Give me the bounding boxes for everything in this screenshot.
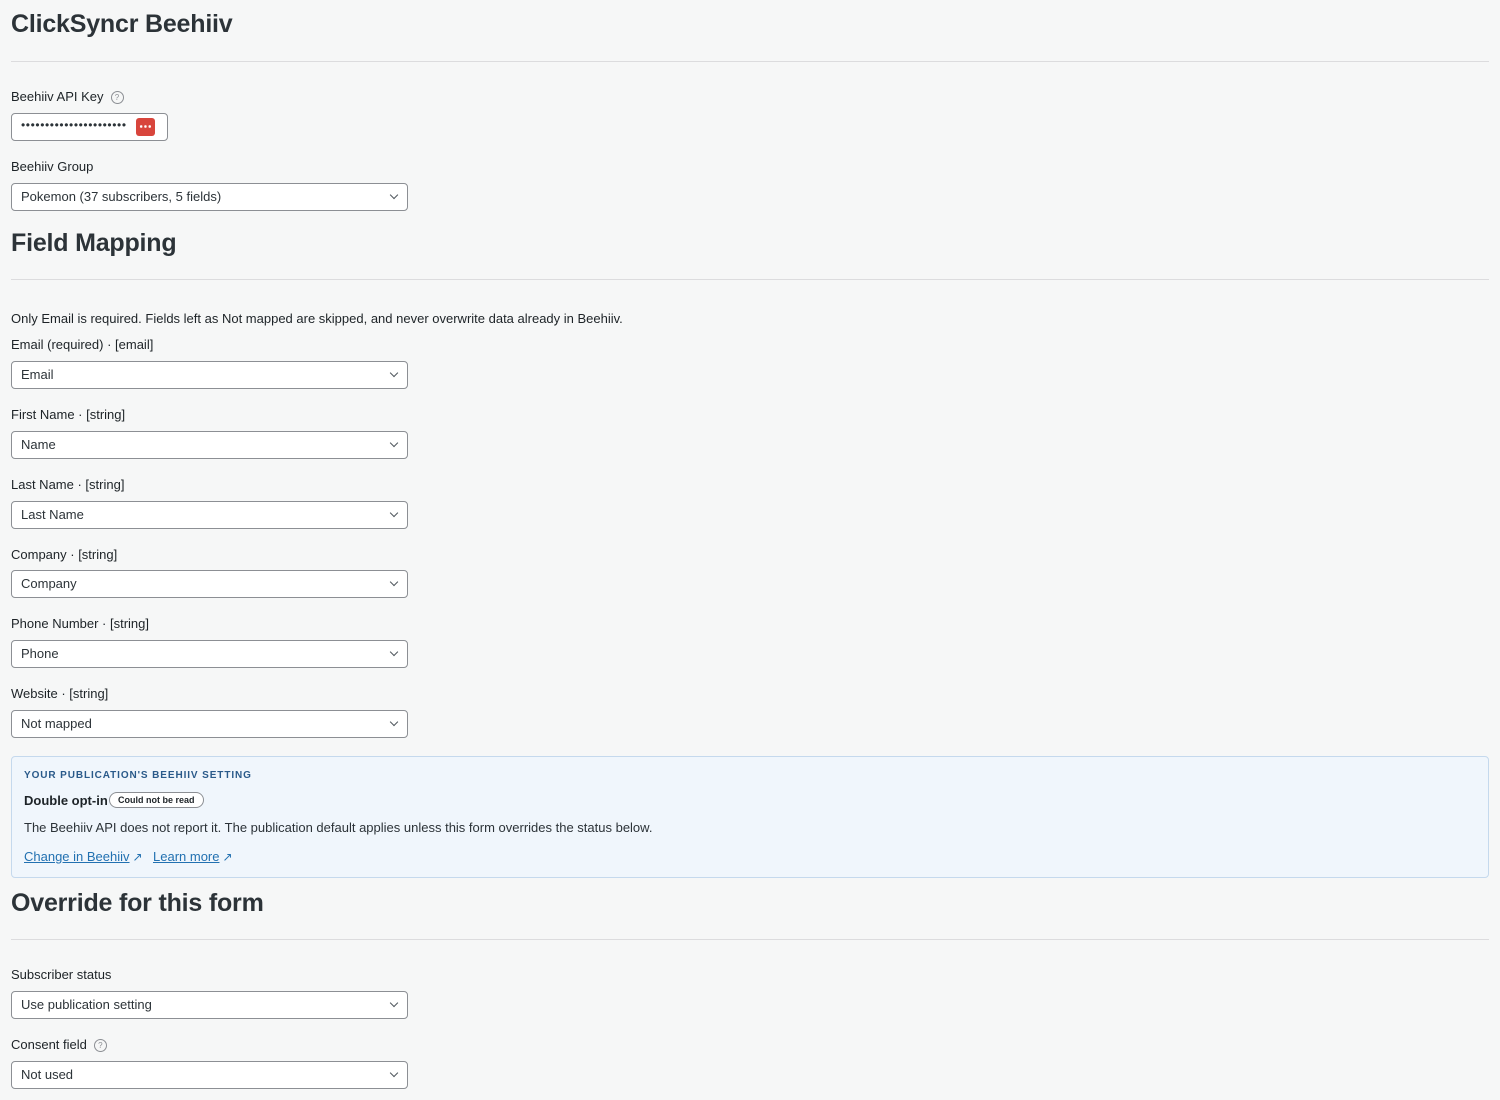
field-label-company: Company · [string]	[11, 547, 118, 562]
consent-field-select[interactable]: Not used	[11, 1061, 408, 1089]
chevron-down-icon	[389, 1068, 399, 1078]
external-link-icon: ↗	[222, 850, 233, 864]
publication-setting-panel: YOUR PUBLICATION'S BEEHIIV SETTING Doubl…	[11, 756, 1489, 878]
panel-title: Double opt-in	[24, 793, 108, 808]
field-label-last-name: Last Name · [string]	[11, 477, 125, 492]
change-in-beehiiv-link[interactable]: Change in Beehiiv ↗	[24, 849, 143, 864]
api-key-input[interactable]: ••••••••••••••••••••••	[11, 113, 168, 141]
field-label-first-name: First Name · [string]	[11, 407, 126, 422]
status-badge: Could not be read	[109, 792, 204, 808]
field-select-first-name[interactable]: Name	[11, 431, 408, 459]
divider	[11, 939, 1489, 940]
chevron-down-icon	[389, 368, 399, 378]
field-label-website: Website · [string]	[11, 686, 109, 701]
field-select-email[interactable]: Email	[11, 361, 408, 389]
divider	[11, 61, 1489, 62]
subscriber-status-value: Use publication setting	[21, 997, 152, 1012]
field-select-value: Phone	[21, 646, 59, 661]
field-select-website[interactable]: Not mapped	[11, 710, 408, 738]
external-link-icon: ↗	[132, 850, 143, 864]
group-select[interactable]: Pokemon (37 subscribers, 5 fields)	[11, 183, 408, 211]
subscriber-status-label: Subscriber status	[11, 967, 112, 982]
link-text: Learn more	[153, 849, 220, 864]
password-manager-icon[interactable]	[136, 118, 155, 136]
learn-more-link[interactable]: Learn more ↗	[153, 849, 233, 864]
field-select-value: Company	[21, 576, 77, 591]
field-select-phone[interactable]: Phone	[11, 640, 408, 668]
panel-eyebrow: YOUR PUBLICATION'S BEEHIIV SETTING	[24, 770, 252, 781]
chevron-down-icon	[389, 577, 399, 587]
panel-body: The Beehiiv API does not report it. The …	[24, 820, 653, 835]
field-label-email: Email (required) · [email]	[11, 337, 154, 352]
api-key-value: ••••••••••••••••••••••	[21, 118, 127, 132]
group-select-value: Pokemon (37 subscribers, 5 fields)	[21, 189, 222, 204]
api-key-label-text: Beehiiv API Key	[11, 89, 104, 104]
consent-field-label-text: Consent field	[11, 1037, 87, 1052]
consent-field-label: Consent field?	[11, 1037, 107, 1053]
chevron-down-icon	[389, 998, 399, 1008]
chevron-down-icon	[389, 647, 399, 657]
consent-field-value: Not used	[21, 1067, 74, 1082]
field-label-phone: Phone Number · [string]	[11, 616, 150, 631]
chevron-down-icon	[389, 717, 399, 727]
override-heading: Override for this form	[11, 889, 264, 917]
field-select-last-name[interactable]: Last Name	[11, 501, 408, 529]
api-key-label: Beehiiv API Key?	[11, 89, 124, 105]
help-icon[interactable]: ?	[93, 1039, 107, 1052]
field-select-value: Last Name	[21, 507, 84, 522]
chevron-down-icon	[389, 190, 399, 200]
field-select-value: Name	[21, 437, 56, 452]
field-select-company[interactable]: Company	[11, 570, 408, 598]
help-icon[interactable]: ?	[110, 91, 124, 104]
field-mapping-heading: Field Mapping	[11, 229, 177, 257]
field-mapping-description: Only Email is required. Fields left as N…	[11, 311, 623, 326]
divider	[11, 279, 1489, 280]
field-select-value: Not mapped	[21, 716, 92, 731]
page-title: ClickSyncr Beehiiv	[11, 10, 233, 38]
subscriber-status-select[interactable]: Use publication setting	[11, 991, 408, 1019]
chevron-down-icon	[389, 508, 399, 518]
field-select-value: Email	[21, 367, 54, 382]
group-label: Beehiiv Group	[11, 159, 94, 174]
link-text: Change in Beehiiv	[24, 849, 130, 864]
chevron-down-icon	[389, 438, 399, 448]
